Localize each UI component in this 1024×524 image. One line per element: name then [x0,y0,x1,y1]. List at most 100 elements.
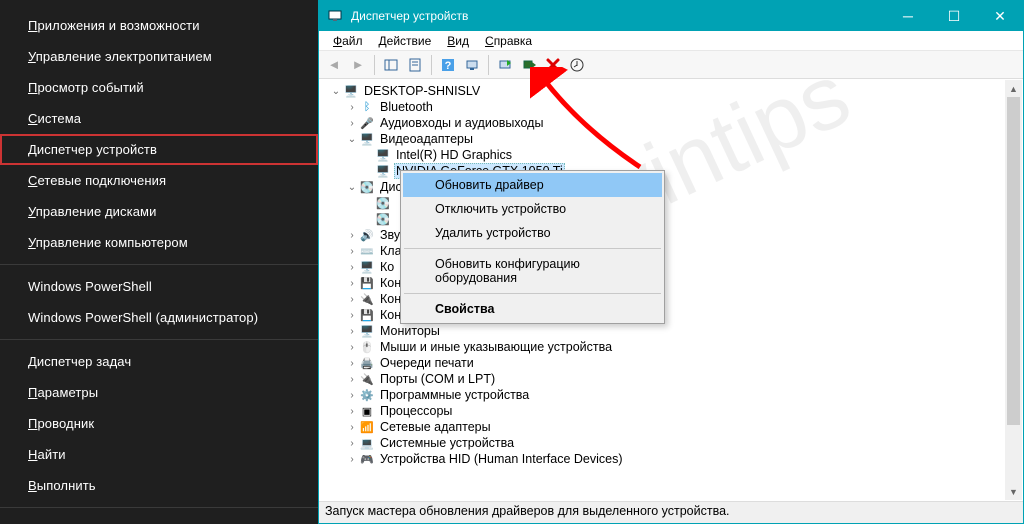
menu-device-manager[interactable]: Диспетчер устройств [0,134,318,165]
tree-audio[interactable]: Аудиовходы и аудиовыходы [378,116,545,130]
tree-bluetooth[interactable]: Bluetooth [378,100,435,114]
tree-sound[interactable]: Зву [378,228,402,242]
tree-print[interactable]: Очереди печати [378,356,476,370]
menu-help[interactable]: Справка [477,32,540,50]
tree-computer-cat[interactable]: Кo [378,260,396,274]
keyboard-icon: ⌨️ [359,243,375,259]
maximize-button[interactable]: ☐ [931,1,977,31]
sound-icon: 🔊 [359,227,375,243]
svg-text:?: ? [445,60,452,72]
tree-network[interactable]: Сетевые адаптеры [378,420,493,434]
usb-icon: 🔌 [359,291,375,307]
tree-root[interactable]: DESKTOP-SHNISLV [362,84,482,98]
scroll-track[interactable] [1005,97,1022,483]
tree-mouse[interactable]: Мыши и иные указывающие устройства [378,340,614,354]
expand-icon[interactable]: › [345,374,359,385]
menu-shutdown[interactable]: Завершение работы или выход из системы [0,514,318,524]
storage-icon: 💾 [359,307,375,323]
menu-explorer[interactable]: Проводник [0,408,318,439]
scroll-thumb[interactable] [1007,97,1020,425]
menu-search[interactable]: Найти [0,439,318,470]
properties-button[interactable] [404,54,426,76]
menu-manage[interactable]: Управление компьютером [0,227,318,258]
expand-icon[interactable]: › [345,406,359,417]
menu-file[interactable]: Файл [325,32,371,50]
forward-button[interactable]: ► [347,54,369,76]
expand-icon[interactable]: › [345,278,359,289]
close-button[interactable]: ✕ [977,1,1023,31]
update-driver-button[interactable] [494,54,516,76]
disk-icon: 💽 [375,211,391,227]
tree-hid[interactable]: Устройства HID (Human Interface Devices) [378,452,625,466]
mouse-icon: 🖱️ [359,339,375,355]
tree-software[interactable]: Программные устройства [378,388,531,402]
disk-icon: 💽 [375,195,391,211]
show-hide-tree-button[interactable] [380,54,402,76]
bluetooth-icon: ᛒ [359,99,375,115]
context-menu: Обновить драйвер Отключить устройство Уд… [400,170,665,324]
help-button[interactable]: ? [437,54,459,76]
enable-button[interactable] [518,54,540,76]
ctx-uninstall-device[interactable]: Удалить устройство [403,221,662,245]
menubar: Файл Действие Вид Справка [319,31,1023,51]
toolbar: ◄ ► ? [319,51,1023,79]
ctx-properties[interactable]: Свойства [403,297,662,321]
expand-icon[interactable]: › [345,326,359,337]
menu-system[interactable]: Система [0,103,318,134]
scan-button[interactable] [461,54,483,76]
menu-action[interactable]: Действие [371,32,440,50]
menu-settings[interactable]: Параметры [0,377,318,408]
menu-events[interactable]: Просмотр событий [0,72,318,103]
expand-icon[interactable]: › [345,262,359,273]
expand-icon[interactable]: › [345,230,359,241]
titlebar[interactable]: Диспетчер устройств ─ ☐ ✕ [319,1,1023,31]
expand-icon[interactable]: › [345,294,359,305]
uninstall-button[interactable] [542,54,564,76]
expand-icon[interactable]: › [345,102,359,113]
ctx-disable-device[interactable]: Отключить устройство [403,197,662,221]
audio-icon: 🎤 [359,115,375,131]
menu-apps[interactable]: Приложения и возможности [0,10,318,41]
ctx-update-driver[interactable]: Обновить драйвер [403,173,662,197]
minimize-button[interactable]: ─ [885,1,931,31]
menu-network[interactable]: Сетевые подключения [0,165,318,196]
separator [0,507,318,508]
tree-cpu[interactable]: Процессоры [378,404,454,418]
expand-icon[interactable]: › [345,246,359,257]
back-button[interactable]: ◄ [323,54,345,76]
collapse-icon[interactable]: ⌄ [345,134,359,145]
menu-powershell-admin[interactable]: Windows PowerShell (администратор) [0,302,318,333]
menu-view[interactable]: Вид [439,32,477,50]
collapse-icon[interactable]: ⌄ [345,182,359,193]
expand-icon[interactable]: › [345,454,359,465]
expand-icon[interactable]: › [345,390,359,401]
tree-video[interactable]: Видеоадаптеры [378,132,475,146]
system-icon: 💻 [359,435,375,451]
menu-power[interactable]: Управление электропитанием [0,41,318,72]
expand-icon[interactable]: › [345,310,359,321]
legacy-button[interactable] [566,54,588,76]
network-icon: 📶 [359,419,375,435]
expand-icon[interactable]: › [345,342,359,353]
menu-disks[interactable]: Управление дисками [0,196,318,227]
menu-powershell[interactable]: Windows PowerShell [0,271,318,302]
menu-run[interactable]: Выполнить [0,470,318,501]
print-icon: 🖨️ [359,355,375,371]
tree-monitors[interactable]: Мониторы [378,324,442,338]
status-bar: Запуск мастера обновления драйверов для … [319,501,1023,523]
expand-icon[interactable]: › [345,358,359,369]
ctx-scan-hardware[interactable]: Обновить конфигурацию оборудования [403,252,662,290]
vertical-scrollbar[interactable]: ▲ ▼ [1005,80,1022,500]
scroll-down-button[interactable]: ▼ [1005,483,1022,500]
collapse-icon[interactable]: ⌄ [329,86,343,97]
tree-system[interactable]: Системные устройства [378,436,516,450]
tree-ports[interactable]: Порты (COM и LPT) [378,372,497,386]
expand-icon[interactable]: › [345,422,359,433]
separator [0,339,318,340]
scroll-up-button[interactable]: ▲ [1005,80,1022,97]
separator [404,293,661,294]
expand-icon[interactable]: › [345,438,359,449]
expand-icon[interactable]: › [345,118,359,129]
tree-intel-gpu[interactable]: Intel(R) HD Graphics [394,148,514,162]
menu-taskmgr[interactable]: Диспетчер задач [0,346,318,377]
